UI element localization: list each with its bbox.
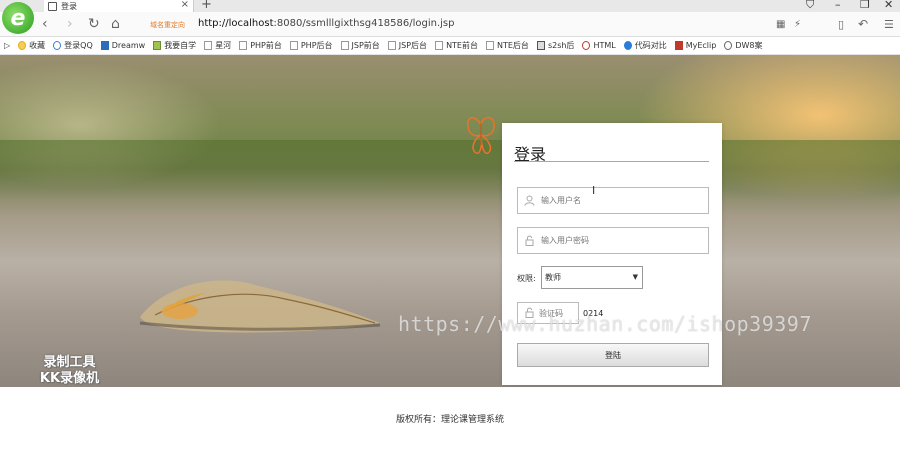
bookmark-item[interactable]: DW8案: [724, 40, 763, 51]
username-field[interactable]: [517, 187, 709, 214]
bookmark-item[interactable]: NTE前台: [435, 40, 478, 51]
page-icon: [239, 41, 248, 50]
forward-icon[interactable]: ›: [67, 16, 73, 32]
qq-icon: [53, 41, 62, 50]
bookmark-item[interactable]: 登录QQ: [53, 40, 93, 51]
gear-icon: [724, 41, 733, 50]
page-icon: [435, 41, 444, 50]
username-input[interactable]: [541, 196, 701, 205]
page-icon: [387, 41, 396, 50]
url-path: :8080/ssmlllgixthsg418586/login.jsp: [273, 18, 455, 29]
browser-tab[interactable]: 登录 ×: [44, 0, 194, 12]
bookmark-item[interactable]: s2sh后: [536, 40, 574, 51]
shirt-skin-icon[interactable]: ⛉: [806, 0, 814, 12]
book-icon: [153, 41, 162, 50]
close-window-icon[interactable]: ✕: [884, 0, 893, 11]
site-watermark: https://www.huzhan.com/ishop39397: [398, 312, 812, 336]
dropdown-arrow-icon: ▼: [632, 273, 638, 281]
myeclipse-icon: [674, 41, 683, 50]
hero-background: 录制工具 KK录像机: [0, 55, 900, 387]
reload-icon[interactable]: ↻: [88, 16, 100, 32]
domain-redirect-tag: 域名重定向: [150, 21, 185, 29]
recorder-watermark: 录制工具 KK录像机: [22, 355, 117, 387]
restore-icon[interactable]: ❐: [860, 0, 870, 11]
bookmark-item[interactable]: Dreamw: [100, 41, 145, 50]
dreamweaver-icon: [100, 41, 109, 50]
grid-icon[interactable]: ▦: [776, 19, 785, 30]
tab-close-icon[interactable]: ×: [181, 0, 189, 10]
lock-icon: [524, 235, 535, 246]
reader-icon[interactable]: ▯: [838, 18, 844, 31]
bookmark-item[interactable]: HTML: [582, 41, 616, 50]
password-field[interactable]: [517, 227, 709, 254]
bookmark-item[interactable]: MyEclip: [674, 41, 716, 50]
bookmark-item[interactable]: PHP前台: [239, 40, 282, 51]
title-divider: [514, 161, 709, 162]
page-favicon-icon: [48, 1, 57, 11]
page-icon: [536, 41, 545, 50]
page-icon: [204, 41, 213, 50]
new-tab-button[interactable]: +: [201, 0, 212, 12]
bookmarks-toggle-icon[interactable]: ▷: [4, 41, 10, 50]
role-selected-value: 教师: [545, 273, 561, 282]
bookmarks-bar: ▷ 收藏 登录QQ Dreamw 我要自学 星河 PHP前台 PHP后台 JSP…: [0, 37, 900, 55]
bookmark-item[interactable]: NTE后台: [486, 40, 529, 51]
bookmark-item[interactable]: 我要自学: [153, 40, 196, 51]
butterfly-icon: [467, 116, 495, 155]
bookmark-item[interactable]: JSP前台: [340, 40, 380, 51]
tab-title: 登录: [61, 1, 77, 11]
user-icon: [524, 195, 535, 206]
compare-icon: [623, 41, 632, 50]
background-grass: [0, 140, 900, 200]
role-label: 权限:: [517, 274, 536, 283]
bookmark-item[interactable]: 代码对比: [623, 40, 667, 51]
bookmark-item[interactable]: 星河: [204, 40, 231, 51]
browser-logo-icon[interactable]: e: [2, 2, 34, 34]
menu-icon[interactable]: ☰: [884, 18, 894, 31]
fallen-leaf-illustration: [139, 280, 381, 333]
navigation-bar: ‹ › ↻ ⌂ 域名重定向 http://localhost:8080/ssml…: [0, 12, 900, 37]
password-input[interactable]: [541, 236, 701, 245]
title-bar: 登录 × + ⛉ – ❐ ✕: [0, 0, 900, 12]
home-icon[interactable]: ⌂: [111, 16, 120, 32]
undo-icon[interactable]: ↶: [858, 17, 868, 31]
address-bar[interactable]: http://localhost:8080/ssmlllgixthsg41858…: [198, 18, 455, 29]
back-icon[interactable]: ‹: [42, 16, 48, 32]
page-icon: [340, 41, 349, 50]
url-host: http://localhost: [198, 18, 274, 29]
html-icon: [582, 41, 591, 50]
login-button[interactable]: 登陆: [517, 343, 709, 367]
star-icon: [18, 41, 27, 50]
recorder-line-2: KK录像机: [39, 371, 100, 386]
recorder-line-1: 录制工具: [43, 355, 96, 370]
role-select[interactable]: 教师 ▼: [541, 266, 643, 289]
page-icon: [289, 41, 298, 50]
lightning-icon[interactable]: ⚡: [794, 19, 801, 30]
page-icon: [486, 41, 494, 50]
bookmark-item[interactable]: 收藏: [18, 40, 45, 51]
login-panel: 登录 权限: 教师 ▼ 验证码 0214 登陆: [502, 123, 722, 385]
bookmark-item[interactable]: JSP后台: [387, 40, 427, 51]
bookmark-item[interactable]: PHP后台: [289, 40, 333, 51]
page-footer: 版权所有：理论课管理系统: [395, 415, 504, 425]
minimize-icon[interactable]: –: [835, 0, 841, 11]
text-cursor-icon: I: [592, 184, 596, 197]
